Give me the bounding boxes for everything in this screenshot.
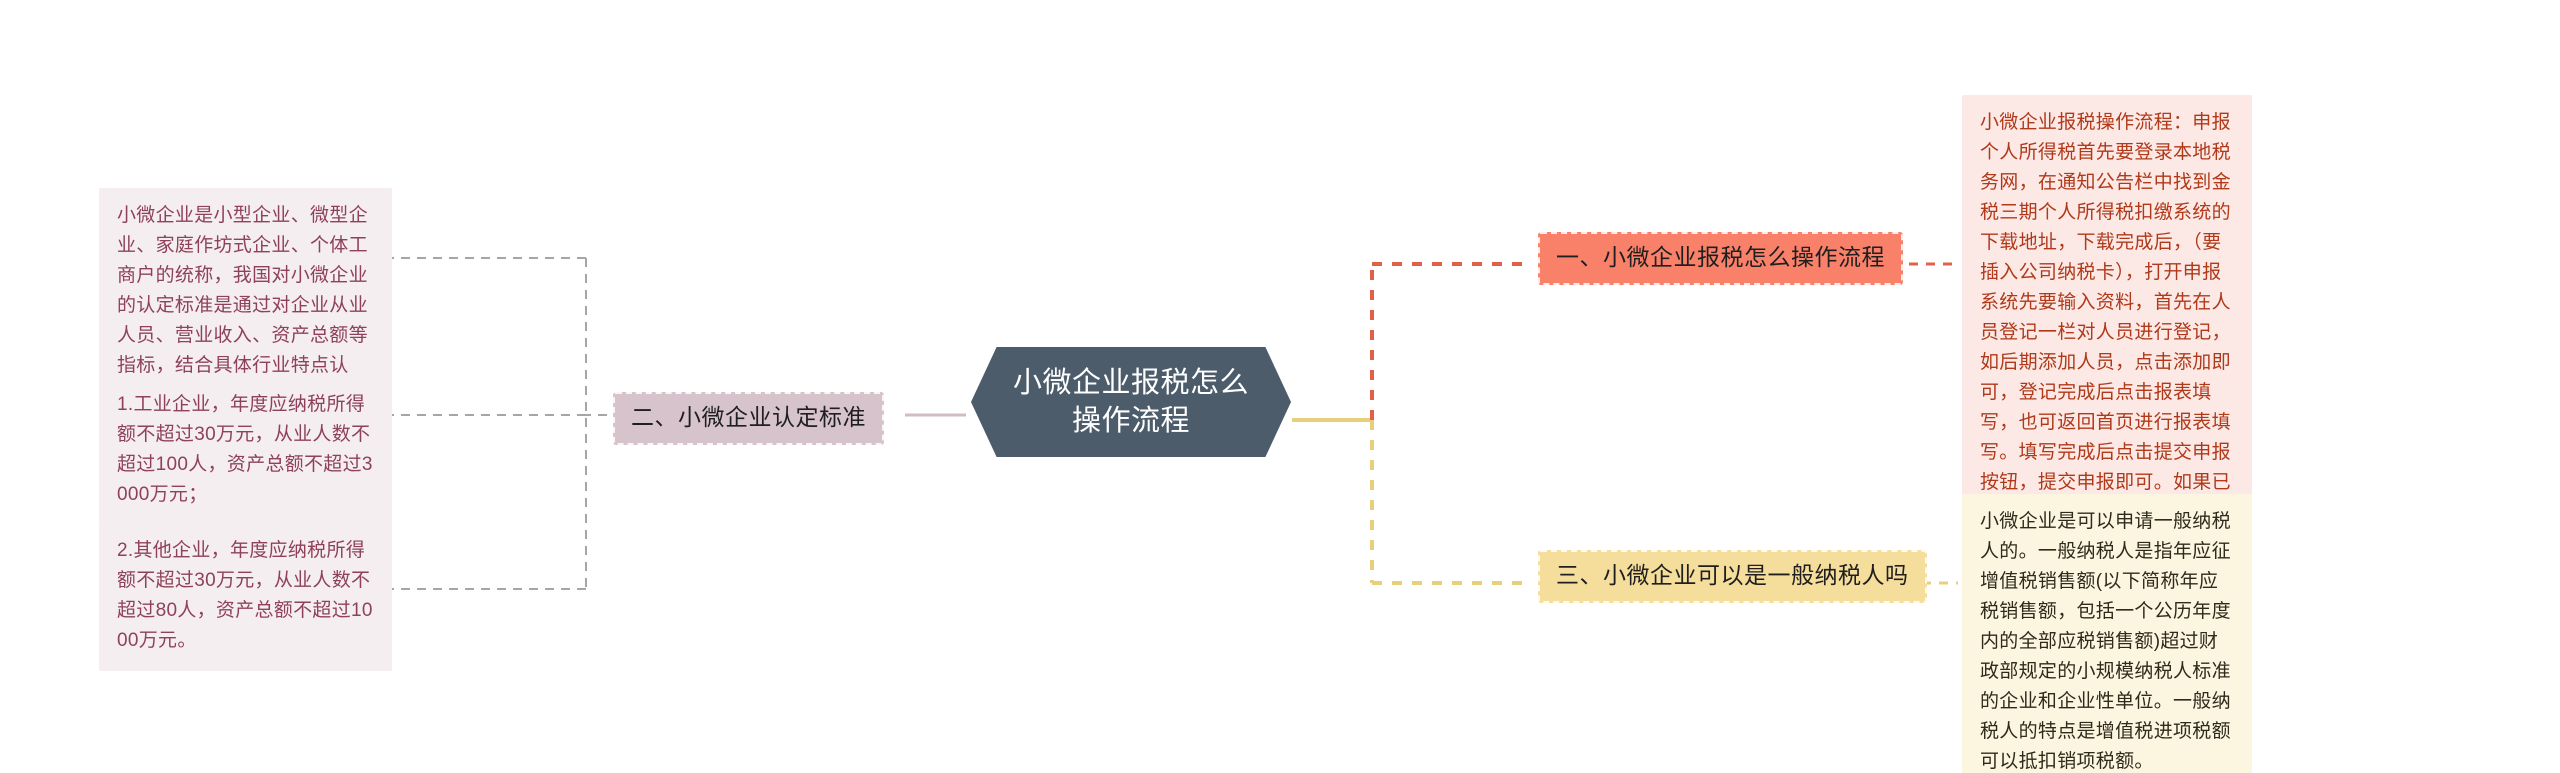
mindmap-canvas: 小微企业报税怎么操作流程 二、小微企业认定标准 小微企业是小型企业、微型企业、家…: [0, 0, 2560, 773]
detail-text: 1.工业企业，年度应纳税所得额不超过30万元，从业人数不超过100人，资产总额不…: [117, 394, 373, 506]
branch-node-general-taxpayer[interactable]: 三、小微企业可以是一般纳税人吗: [1538, 550, 1927, 603]
branch-node-recognition-standard[interactable]: 二、小微企业认定标准: [613, 392, 884, 445]
detail-text: 2.其他企业，年度应纳税所得额不超过30万元，从业人数不超过80人，资产总额不超…: [117, 540, 373, 652]
branch-node-label: 二、小微企业认定标准: [631, 404, 866, 430]
branch-node-filing-process[interactable]: 一、小微企业报税怎么操作流程: [1538, 232, 1903, 285]
branch-node-label: 一、小微企业报税怎么操作流程: [1556, 244, 1885, 270]
detail-text: 小微企业是可以申请一般纳税人的。一般纳税人是指年应征增值税销售额(以下简称年应税…: [1980, 511, 2231, 773]
detail-box-industrial-enterprise[interactable]: 1.工业企业，年度应纳税所得额不超过30万元，从业人数不超过100人，资产总额不…: [99, 377, 392, 526]
detail-box-other-enterprise[interactable]: 2.其他企业，年度应纳税所得额不超过30万元，从业人数不超过80人，资产总额不超…: [99, 523, 392, 672]
root-node-label: 小微企业报税怎么操作流程: [1012, 366, 1249, 437]
branch-node-label: 三、小微企业可以是一般纳税人吗: [1556, 562, 1909, 588]
root-node[interactable]: 小微企业报税怎么操作流程: [971, 347, 1291, 457]
detail-box-general-taxpayer[interactable]: 小微企业是可以申请一般纳税人的。一般纳税人是指年应征增值税销售额(以下简称年应税…: [1962, 494, 2252, 773]
